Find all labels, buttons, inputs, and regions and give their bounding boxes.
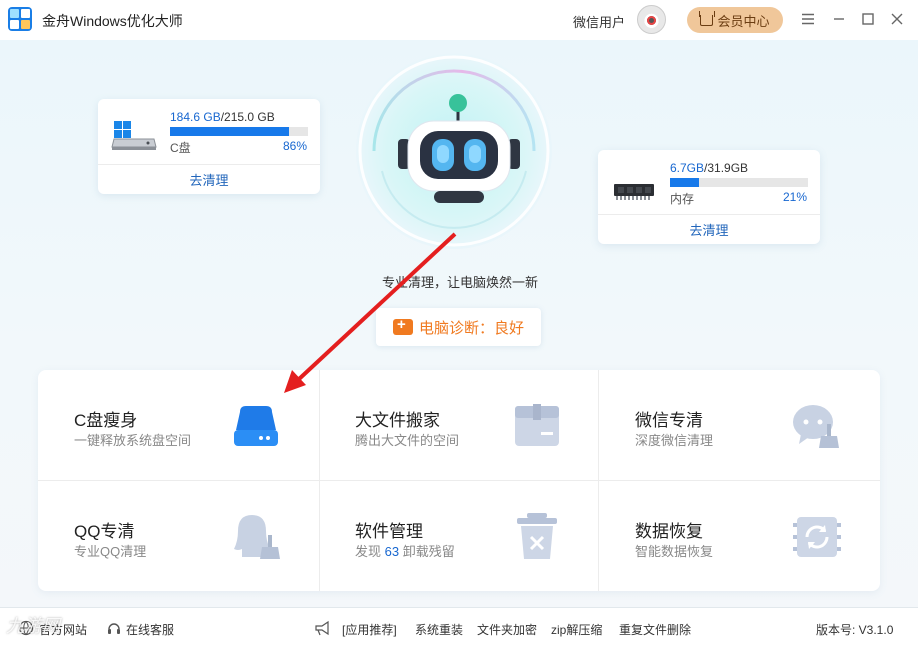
first-aid-icon xyxy=(392,316,413,335)
box-icon xyxy=(515,404,559,446)
recover-icon xyxy=(793,517,841,557)
minimize-icon xyxy=(834,18,844,20)
disk-percent: 86% xyxy=(283,139,308,153)
footer-link-duplicate-delete[interactable]: 重复文件删除 xyxy=(619,621,691,638)
tool-title: 数据恢复 xyxy=(635,522,703,541)
tool-title: 微信专清 xyxy=(635,411,703,430)
memory-card-main: 6.7GB/31.9GB 内存 21% xyxy=(598,150,820,214)
tool-title: QQ专清 xyxy=(74,522,135,541)
footer-link-zip[interactable]: zip解压缩 xyxy=(551,621,602,638)
crown-icon xyxy=(699,10,716,26)
diagnosis-label: 电脑诊断：良好 xyxy=(418,319,524,337)
maximize-icon xyxy=(862,13,874,25)
tool-subtitle-prefix: 发现 xyxy=(355,544,385,559)
disk-label: C盘 xyxy=(170,141,191,155)
tool-subtitle-suffix: 卸载残留 xyxy=(399,544,455,559)
disk-used: 184.6 GB xyxy=(170,110,221,124)
tool-title: 软件管理 xyxy=(355,522,423,541)
trash-icon xyxy=(517,513,557,559)
tagline: 专业清理，让电脑焕然一新 xyxy=(381,275,538,290)
user-name[interactable]: 微信用户 xyxy=(573,12,625,31)
memory-card: 6.7GB/31.9GB 内存 21% 去清理 xyxy=(598,150,820,244)
vip-center-button[interactable]: 会员中心 xyxy=(687,7,783,33)
tool-subtitle: 发现 63 卸载残留 xyxy=(355,541,455,560)
memory-total: /31.9GB xyxy=(704,161,749,175)
windows-disk-icon xyxy=(111,121,157,150)
tool-large-file-move[interactable]: 大文件搬家 腾出大文件的空间 xyxy=(319,370,599,480)
disk-usage-text: 184.6 GB/215.0 GB xyxy=(170,110,275,124)
close-icon xyxy=(891,13,903,25)
version-label: 版本号: V3.1.0 xyxy=(816,623,894,637)
headset-icon xyxy=(108,623,120,634)
tool-c-disk-slim[interactable]: C盘瘦身 一键释放系统盘空间 xyxy=(38,370,318,480)
tool-subtitle: 深度微信清理 xyxy=(635,433,714,448)
online-service-link[interactable]: 在线客服 xyxy=(126,621,174,638)
tool-title: C盘瘦身 xyxy=(74,411,138,430)
hamburger-icon xyxy=(802,13,814,25)
chat-broom-icon xyxy=(793,405,839,448)
disk-usage-fill xyxy=(170,127,289,136)
disk-card: 184.6 GB/215.0 GB C盘 86% 去清理 xyxy=(98,99,320,194)
footer-link-system-reinstall[interactable]: 系统重装 xyxy=(415,621,463,638)
megaphone-icon xyxy=(315,620,329,636)
residue-count: 63 xyxy=(384,544,400,559)
recommend-label: [应用推荐] xyxy=(342,623,397,637)
tool-qq-clean[interactable]: QQ专清 专业QQ清理 xyxy=(38,481,318,591)
disk-clean-button[interactable]: 去清理 xyxy=(98,164,320,194)
tool-title: 大文件搬家 xyxy=(355,411,440,430)
footer-link-folder-encrypt[interactable]: 文件夹加密 xyxy=(477,621,537,638)
app-title: 金舟Windows优化大师 xyxy=(42,13,183,29)
tool-subtitle: 一键释放系统盘空间 xyxy=(74,433,192,448)
minimize-button[interactable] xyxy=(829,9,849,29)
menu-button[interactable] xyxy=(798,9,818,29)
close-button[interactable] xyxy=(887,9,907,29)
disk-card-main: 184.6 GB/215.0 GB C盘 86% xyxy=(98,99,320,163)
tool-subtitle: 智能数据恢复 xyxy=(635,544,714,559)
tool-subtitle: 腾出大文件的空间 xyxy=(355,433,460,448)
disk-total: /215.0 GB xyxy=(220,110,275,124)
tools-grid: C盘瘦身 一键释放系统盘空间 大文件搬家 腾出大文件的空间 微信专清 深度微信清… xyxy=(38,370,880,591)
title-bar: 金舟Windows优化大师 微信用户 会员中心 xyxy=(0,0,918,40)
tool-subtitle: 专业QQ清理 xyxy=(74,544,147,559)
memory-usage-fill xyxy=(670,178,699,187)
memory-clean-button[interactable]: 去清理 xyxy=(598,214,820,244)
qq-broom-icon xyxy=(234,515,280,559)
memory-used: 6.7GB xyxy=(670,161,705,175)
app-logo-icon xyxy=(8,7,32,31)
robot-mascot[interactable] xyxy=(354,51,554,261)
memory-label: 内存 xyxy=(670,192,695,206)
memory-chip-icon xyxy=(614,184,654,200)
vip-center-label: 会员中心 xyxy=(717,13,770,29)
maximize-button[interactable] xyxy=(858,9,878,29)
tool-software-manage[interactable]: 软件管理 发现 63 卸载残留 xyxy=(319,481,599,591)
memory-percent: 21% xyxy=(783,190,808,204)
footer: 官方网站 在线客服 [应用推荐] 系统重装 文件夹加密 zip解压缩 重复文件删… xyxy=(0,607,918,647)
memory-usage-text: 6.7GB/31.9GB xyxy=(670,161,748,175)
avatar[interactable] xyxy=(637,5,666,34)
tool-data-recovery[interactable]: 数据恢复 智能数据恢复 xyxy=(599,481,879,591)
diagnosis-button[interactable]: 电脑诊断：良好 xyxy=(376,308,541,346)
tool-wechat-clean[interactable]: 微信专清 深度微信清理 xyxy=(599,370,879,480)
disk-icon xyxy=(234,406,278,446)
memory-usage-bar xyxy=(670,178,808,187)
robot-icon xyxy=(356,53,552,249)
disk-usage-bar xyxy=(170,127,308,136)
watermark: 九游网 xyxy=(6,616,60,636)
